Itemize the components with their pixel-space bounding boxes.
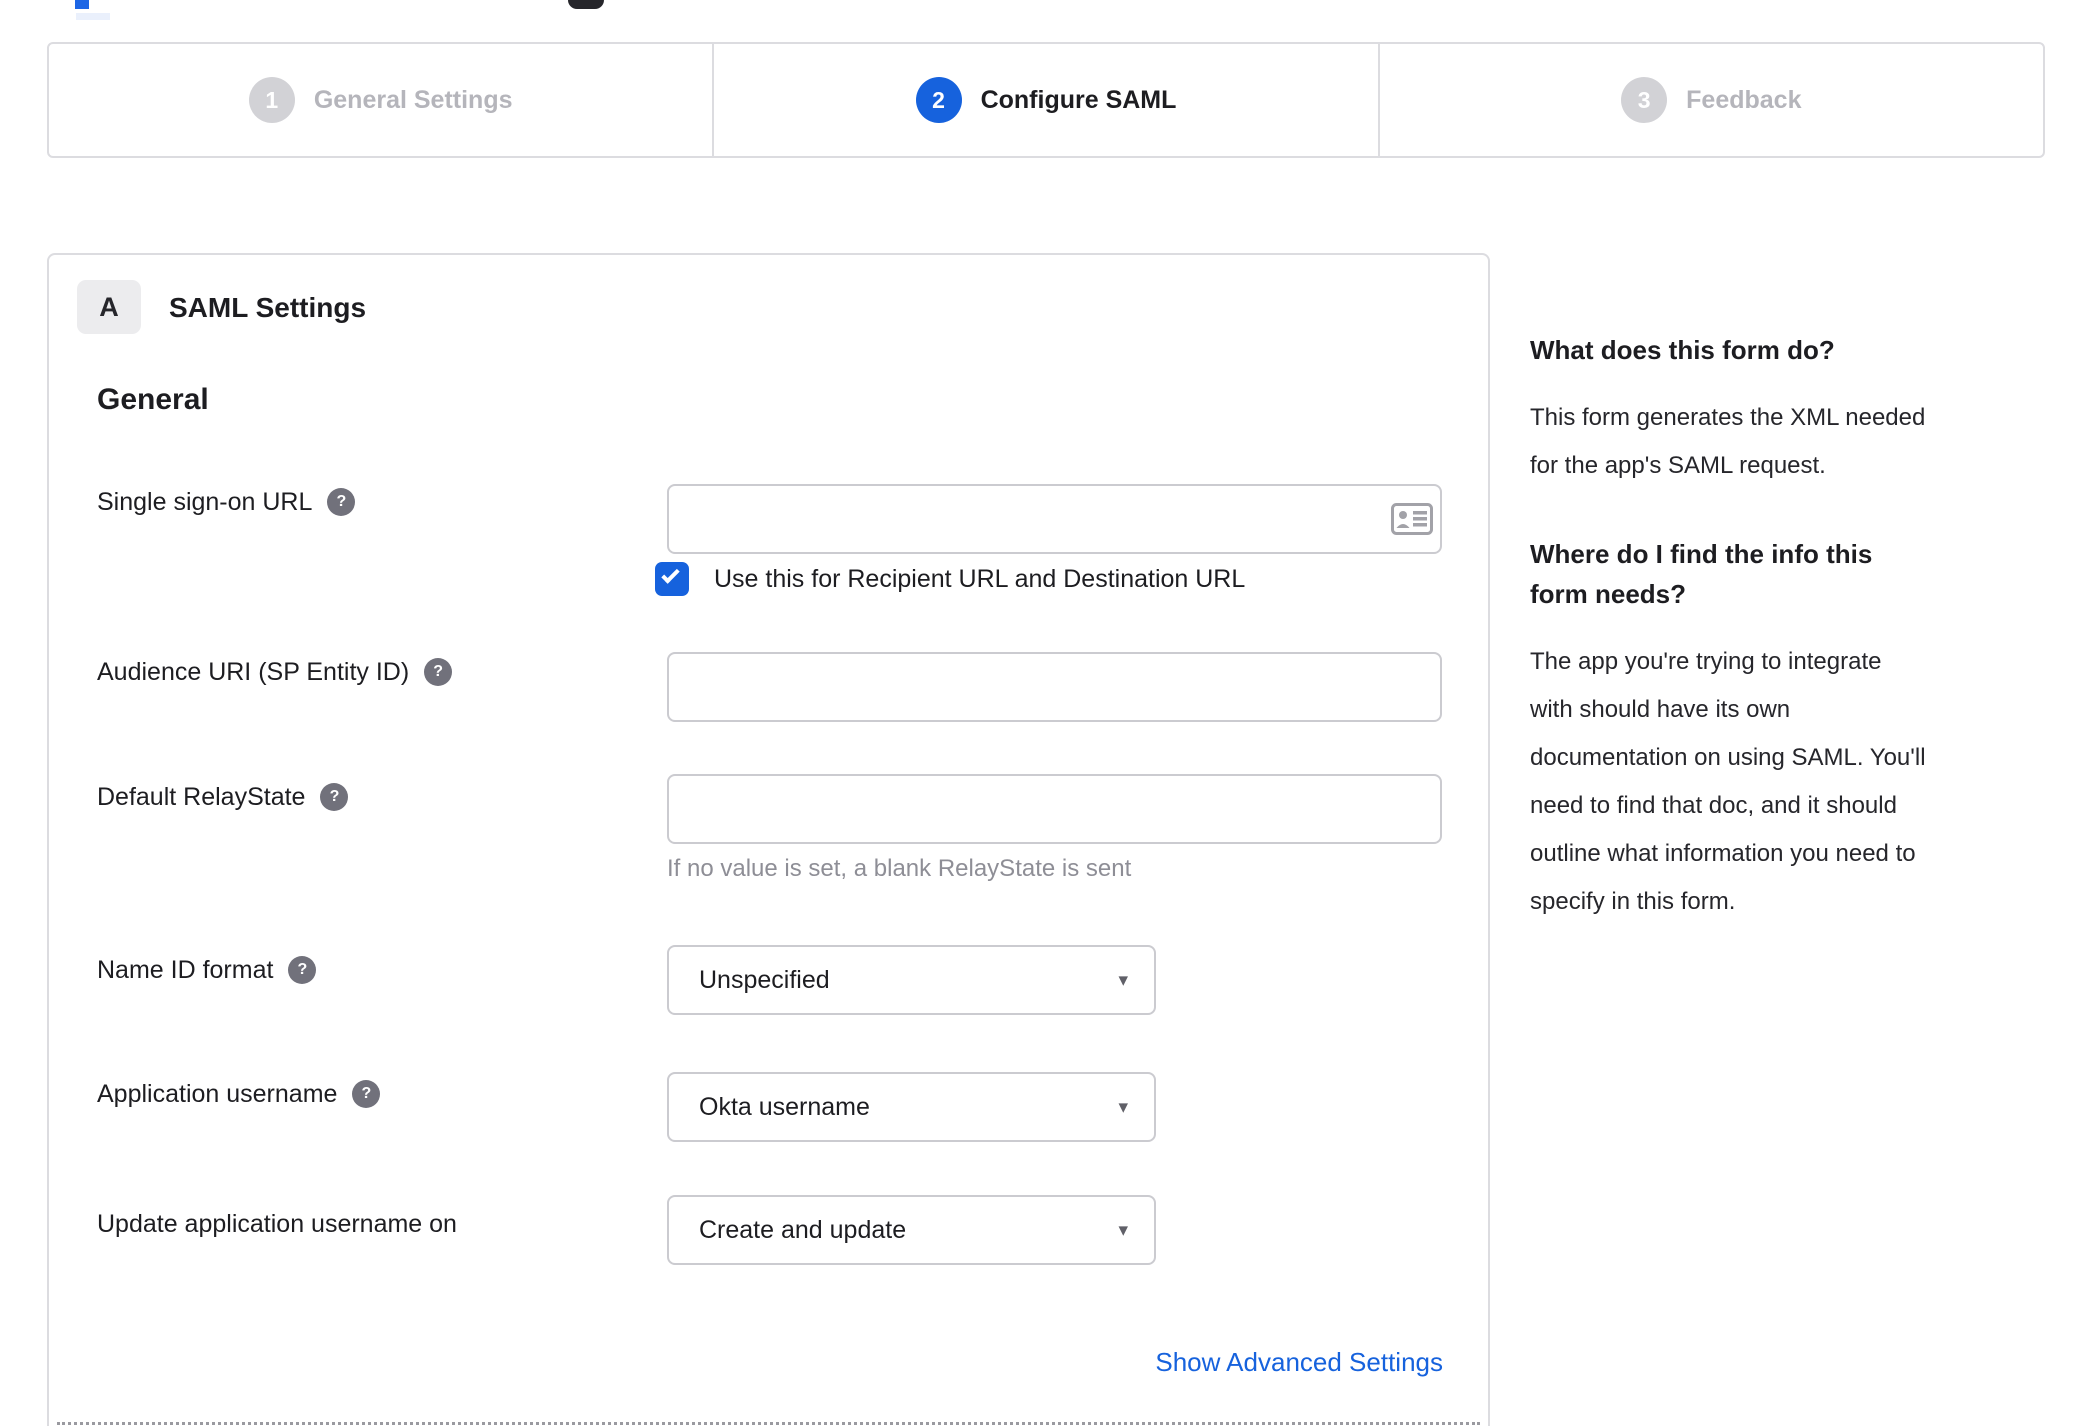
cut-off-cursor-fragment-faint — [76, 13, 110, 20]
sidebar-answer-1: This form generates the XML needed for t… — [1530, 404, 1926, 479]
sso-url-label-row: Single sign-on URL ? — [97, 485, 356, 519]
audience-uri-input[interactable] — [667, 652, 1442, 722]
step-configure-saml[interactable]: 2 Configure SAML — [712, 44, 1377, 156]
audience-uri-label-row: Audience URI (SP Entity ID) ? — [97, 655, 453, 689]
section-a-badge: A — [77, 280, 141, 334]
show-advanced-settings-link[interactable]: Show Advanced Settings — [1155, 1347, 1443, 1378]
sso-url-label: Single sign-on URL — [97, 488, 313, 516]
cut-off-cursor-fragment — [75, 0, 89, 9]
chevron-down-icon: ▾ — [1118, 1219, 1128, 1241]
relaystate-input[interactable] — [667, 774, 1442, 844]
audience-help-icon[interactable]: ? — [424, 658, 453, 686]
audience-uri-label: Audience URI (SP Entity ID) — [97, 658, 410, 686]
panel-title: SAML Settings — [169, 292, 367, 323]
chevron-down-icon: ▾ — [1118, 969, 1128, 991]
update-username-label: Update application username on — [97, 1210, 457, 1238]
recipient-url-checkbox[interactable] — [655, 562, 689, 596]
cut-off-heading-fragment — [568, 0, 604, 9]
name-id-format-value: Unspecified — [699, 965, 830, 994]
step-2-label: Configure SAML — [980, 85, 1177, 114]
general-section-title: General — [97, 383, 209, 416]
step-1-circle: 1 — [248, 77, 295, 123]
checkmark-icon — [661, 565, 680, 584]
step-3-label: Feedback — [1686, 85, 1802, 114]
name-id-help-icon[interactable]: ? — [288, 956, 317, 984]
sidebar-answer-2: The app you're trying to integrate with … — [1530, 648, 1926, 915]
name-id-format-label-row: Name ID format ? — [97, 953, 317, 987]
sso-url-input[interactable] — [667, 484, 1442, 554]
sidebar-question-1: What does this form do? — [1530, 335, 1835, 365]
sso-checkbox-row: Use this for Recipient URL and Destinati… — [655, 562, 1245, 596]
step-1-label: General Settings — [313, 85, 513, 114]
help-sidebar: What does this form do? This form genera… — [1530, 330, 1930, 970]
relaystate-label-row: Default RelayState ? — [97, 780, 349, 814]
sidebar-question-2: Where do I find the info this form needs… — [1530, 539, 1873, 609]
wizard-stepper: 1 General Settings 2 Configure SAML 3 Fe… — [47, 42, 2045, 158]
app-username-label: Application username — [97, 1080, 338, 1108]
app-username-help-icon[interactable]: ? — [352, 1080, 381, 1108]
name-id-format-label: Name ID format — [97, 956, 274, 984]
app-username-value: Okta username — [699, 1092, 870, 1121]
step-2-circle: 2 — [915, 77, 962, 123]
name-id-format-select[interactable]: Unspecified ▾ — [667, 945, 1156, 1015]
chevron-down-icon: ▾ — [1118, 1096, 1128, 1118]
update-username-value: Create and update — [699, 1215, 907, 1244]
recipient-url-checkbox-label: Use this for Recipient URL and Destinati… — [714, 564, 1246, 593]
relaystate-label: Default RelayState — [97, 783, 306, 811]
update-username-label-row: Update application username on — [97, 1207, 457, 1241]
app-username-select[interactable]: Okta username ▾ — [667, 1072, 1156, 1142]
relaystate-hint: If no value is set, a blank RelayState i… — [667, 855, 1132, 882]
dashed-divider — [57, 1422, 1480, 1425]
saml-settings-panel: A SAML Settings General Single sign-on U… — [47, 253, 1490, 1426]
step-3-circle: 3 — [1621, 77, 1668, 123]
relaystate-help-icon[interactable]: ? — [320, 783, 349, 811]
app-username-label-row: Application username ? — [97, 1077, 381, 1111]
sso-help-icon[interactable]: ? — [327, 488, 356, 516]
update-username-select[interactable]: Create and update ▾ — [667, 1195, 1156, 1265]
contact-card-icon — [1391, 503, 1433, 535]
step-feedback[interactable]: 3 Feedback — [1377, 44, 2043, 156]
step-general-settings[interactable]: 1 General Settings — [49, 44, 712, 156]
